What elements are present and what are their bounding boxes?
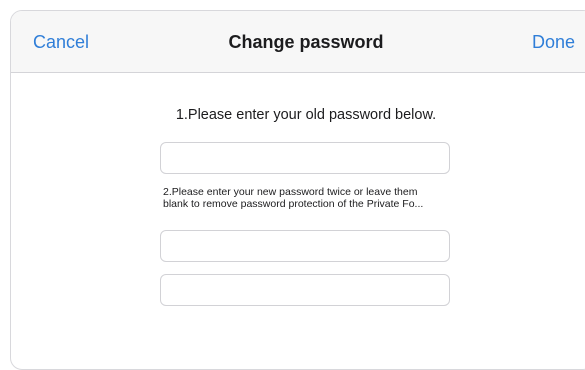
navigation-bar: Cancel Change password Done xyxy=(11,11,585,73)
done-button[interactable]: Done xyxy=(532,31,575,53)
page-title: Change password xyxy=(228,32,384,52)
old-password-prompt: 1.Please enter your old password below. xyxy=(175,107,437,123)
new-password-prompt: 2.Please enter your new password twice o… xyxy=(163,186,503,210)
new-password-prompt-line-2: blank to remove password protection of t… xyxy=(163,198,424,210)
old-password-field[interactable] xyxy=(160,142,450,174)
confirm-password-field[interactable] xyxy=(160,274,450,306)
change-password-sheet: Cancel Change password Done 1.Please ent… xyxy=(10,10,585,370)
new-password-field[interactable] xyxy=(160,230,450,262)
new-password-prompt-line-1: 2.Please enter your new password twice o… xyxy=(163,186,418,198)
